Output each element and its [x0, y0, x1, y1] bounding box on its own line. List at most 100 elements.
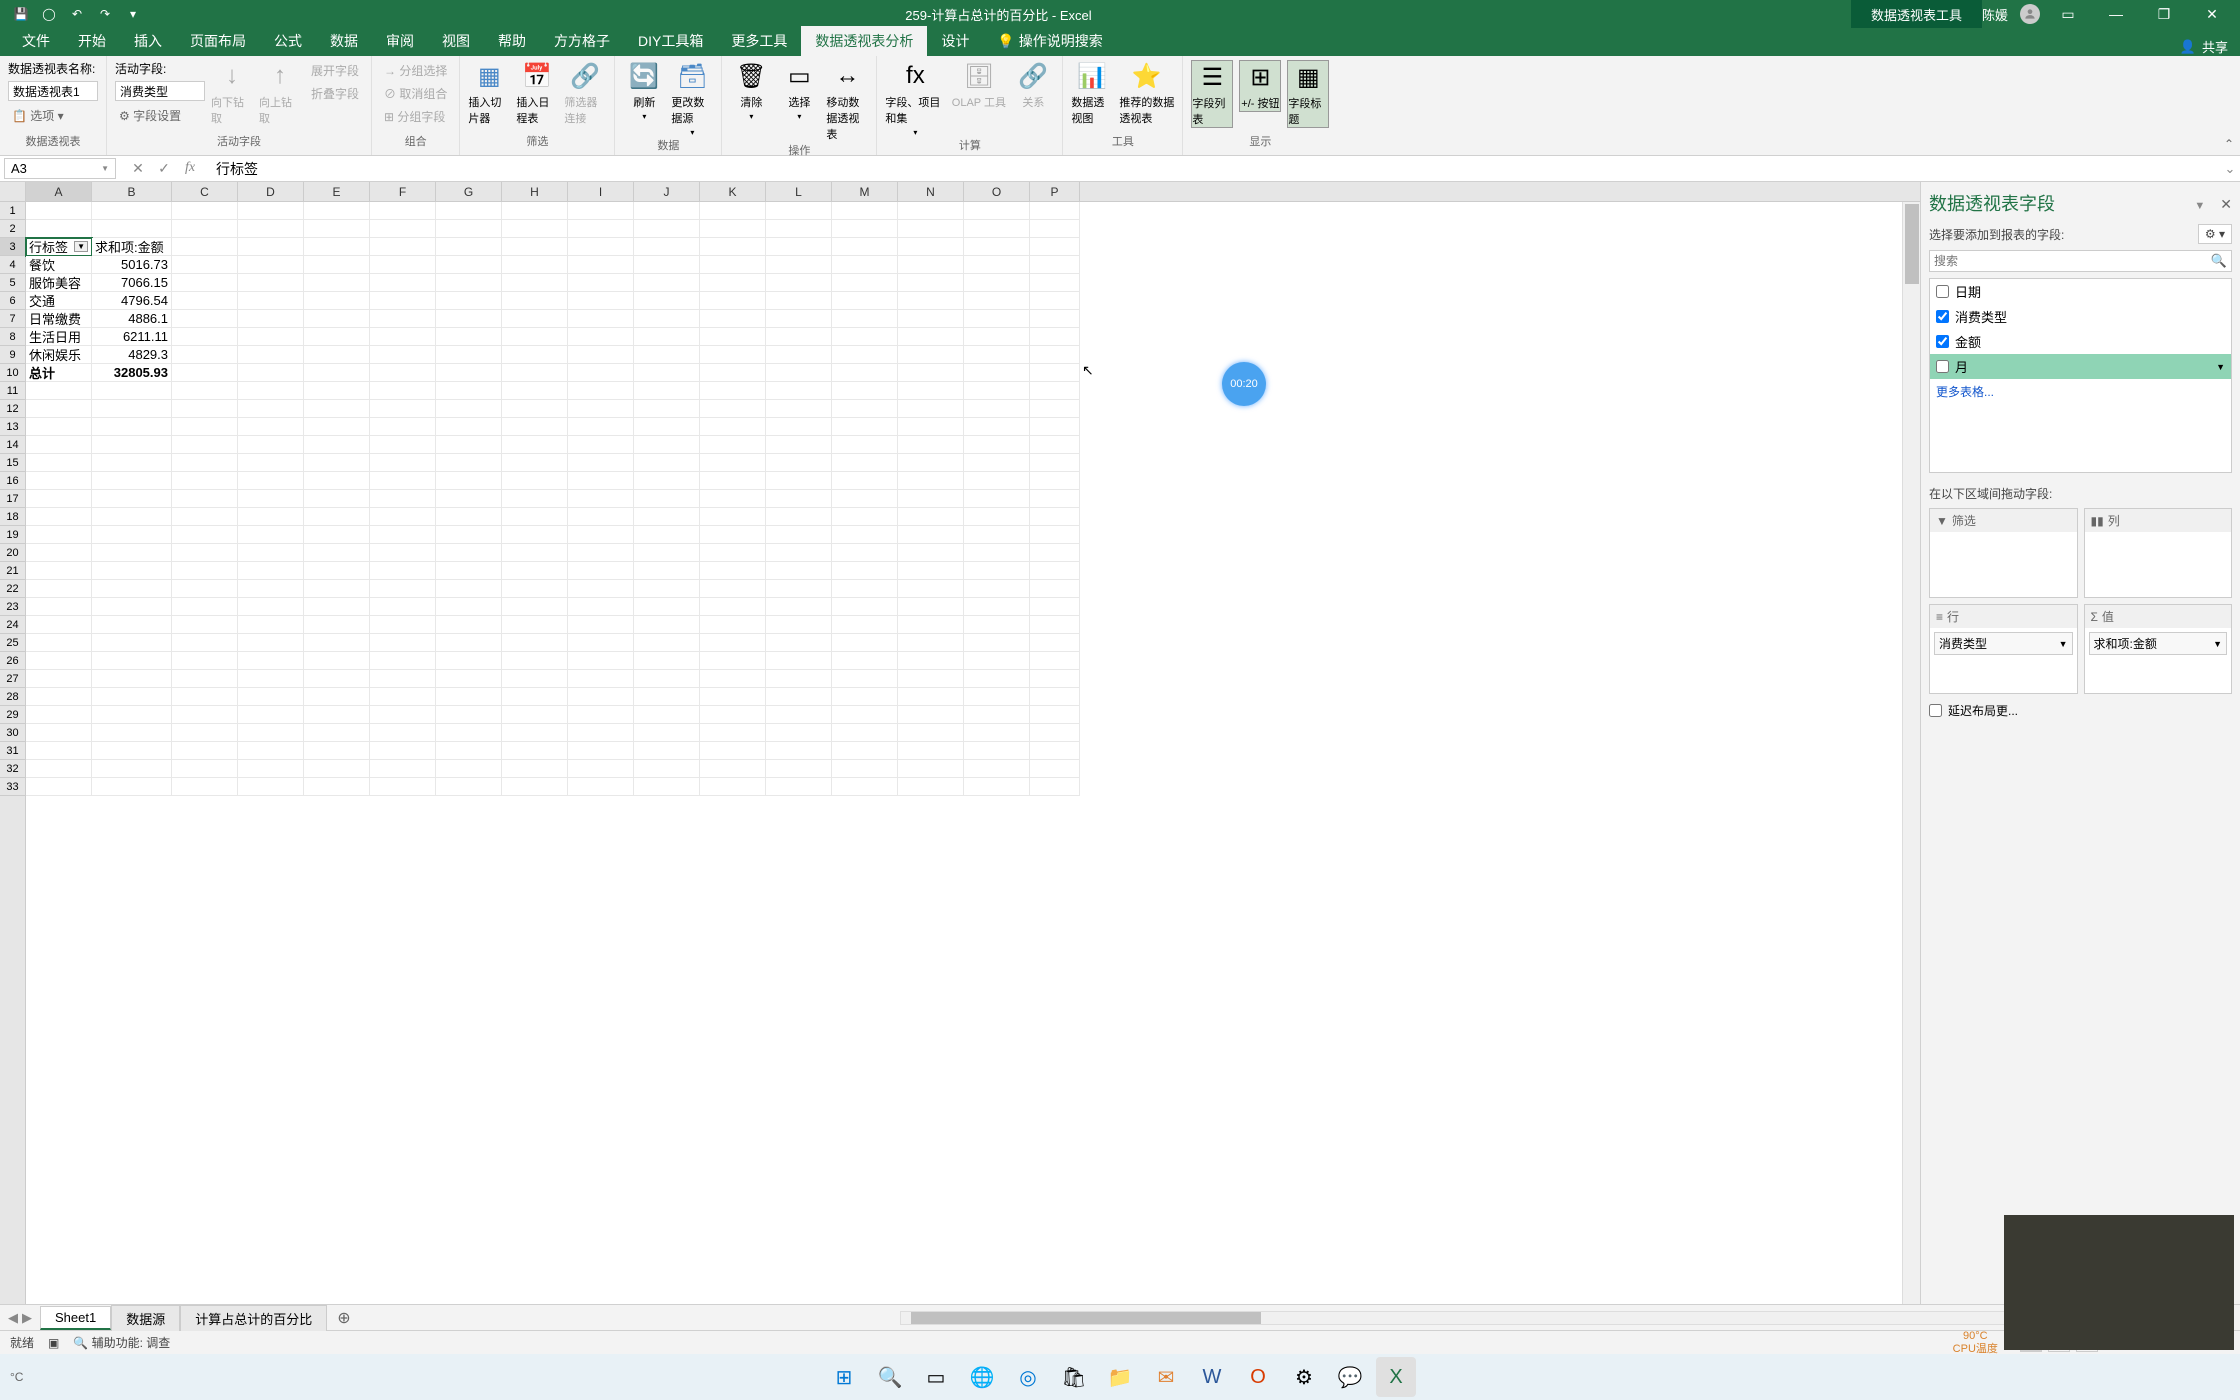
cell[interactable] — [1030, 220, 1080, 238]
field-pane-close-icon[interactable]: ✕ — [2220, 196, 2232, 212]
cell[interactable] — [92, 220, 172, 238]
row-header[interactable]: 33 — [0, 778, 25, 796]
cell[interactable] — [766, 778, 832, 796]
cell[interactable] — [568, 526, 634, 544]
field-pane-dropdown-icon[interactable]: ▼ — [2194, 200, 2205, 212]
cell[interactable] — [172, 562, 238, 580]
cell[interactable] — [26, 418, 92, 436]
cell[interactable] — [898, 328, 964, 346]
cell[interactable] — [568, 418, 634, 436]
cell[interactable] — [832, 742, 898, 760]
cell[interactable] — [436, 562, 502, 580]
cell[interactable] — [568, 202, 634, 220]
cell[interactable] — [502, 220, 568, 238]
cell[interactable] — [1030, 670, 1080, 688]
cell[interactable] — [172, 760, 238, 778]
cell[interactable] — [436, 724, 502, 742]
cell[interactable] — [304, 508, 370, 526]
cell[interactable] — [370, 634, 436, 652]
cell[interactable] — [634, 490, 700, 508]
cell[interactable] — [436, 670, 502, 688]
cell[interactable] — [634, 526, 700, 544]
cell[interactable]: 生活日用 — [26, 328, 92, 346]
cell[interactable] — [766, 742, 832, 760]
cell[interactable] — [172, 688, 238, 706]
cell[interactable] — [502, 274, 568, 292]
cell[interactable] — [634, 472, 700, 490]
cell[interactable] — [238, 472, 304, 490]
cell[interactable] — [766, 382, 832, 400]
cell[interactable] — [238, 220, 304, 238]
cell[interactable] — [964, 742, 1030, 760]
tab-analyze[interactable]: 数据透视表分析 — [801, 26, 927, 56]
cell[interactable] — [898, 688, 964, 706]
cell[interactable] — [304, 310, 370, 328]
column-header[interactable]: A — [26, 182, 92, 201]
row-header[interactable]: 25 — [0, 634, 25, 652]
tab-data[interactable]: 数据 — [316, 26, 372, 56]
cell[interactable] — [898, 616, 964, 634]
task-view-icon[interactable]: ▭ — [916, 1357, 956, 1397]
cell[interactable] — [26, 454, 92, 472]
cell[interactable] — [26, 382, 92, 400]
field-item[interactable]: 金额 — [1930, 329, 2231, 354]
cell[interactable] — [238, 598, 304, 616]
cell[interactable] — [92, 634, 172, 652]
row-header[interactable]: 21 — [0, 562, 25, 580]
sheet-nav-next-icon[interactable]: ▶ — [22, 1310, 32, 1326]
cell[interactable] — [370, 490, 436, 508]
cell[interactable] — [568, 742, 634, 760]
cell[interactable] — [1030, 724, 1080, 742]
cell[interactable] — [568, 328, 634, 346]
cell[interactable] — [304, 454, 370, 472]
user-avatar-icon[interactable] — [2020, 4, 2040, 24]
vscroll-thumb[interactable] — [1905, 204, 1919, 284]
cell[interactable] — [568, 580, 634, 598]
cell[interactable] — [634, 220, 700, 238]
row-area-item[interactable]: 消费类型 ▼ — [1934, 632, 2073, 655]
cancel-formula-icon[interactable]: ✕ — [126, 160, 150, 177]
cell[interactable] — [172, 382, 238, 400]
cell[interactable] — [92, 562, 172, 580]
cell[interactable] — [172, 238, 238, 256]
field-checkbox[interactable] — [1936, 285, 1949, 298]
cell[interactable] — [766, 364, 832, 382]
cell[interactable] — [700, 724, 766, 742]
cell[interactable] — [898, 238, 964, 256]
column-header[interactable]: M — [832, 182, 898, 201]
cell[interactable] — [1030, 292, 1080, 310]
cell[interactable] — [238, 634, 304, 652]
cell[interactable] — [26, 526, 92, 544]
cell[interactable] — [964, 400, 1030, 418]
cell[interactable] — [304, 562, 370, 580]
cell[interactable] — [436, 220, 502, 238]
cell[interactable] — [172, 724, 238, 742]
cell[interactable] — [964, 544, 1030, 562]
cell[interactable] — [568, 778, 634, 796]
cell[interactable] — [832, 256, 898, 274]
cell[interactable] — [766, 472, 832, 490]
cell[interactable] — [766, 562, 832, 580]
cell[interactable] — [502, 382, 568, 400]
cell[interactable] — [436, 634, 502, 652]
cell[interactable] — [370, 526, 436, 544]
cell[interactable] — [832, 238, 898, 256]
cell[interactable] — [26, 670, 92, 688]
cell[interactable] — [634, 742, 700, 760]
qat-customize-icon[interactable]: ▾ — [120, 3, 146, 25]
cell[interactable] — [370, 580, 436, 598]
cell[interactable] — [172, 778, 238, 796]
cell[interactable] — [304, 202, 370, 220]
cell[interactable] — [964, 346, 1030, 364]
cell[interactable] — [436, 454, 502, 472]
cell[interactable] — [700, 490, 766, 508]
cell[interactable] — [92, 616, 172, 634]
cell[interactable] — [502, 418, 568, 436]
cell[interactable] — [568, 544, 634, 562]
cell[interactable] — [700, 760, 766, 778]
cell[interactable] — [304, 274, 370, 292]
cell[interactable] — [634, 652, 700, 670]
cell[interactable] — [370, 436, 436, 454]
row-header[interactable]: 29 — [0, 706, 25, 724]
cell[interactable] — [304, 742, 370, 760]
